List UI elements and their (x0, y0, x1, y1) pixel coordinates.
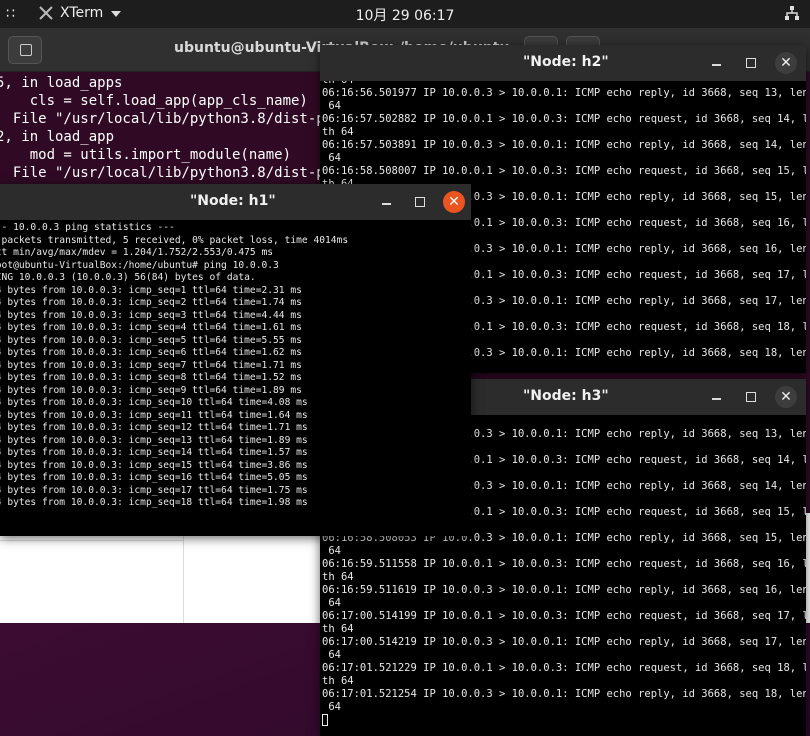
terminal-line: 64 bytes from 10.0.0.3: icmp_seq=3 ttl=6… (0, 309, 302, 321)
terminal-line: 64 bytes from 10.0.0.3: icmp_seq=6 ttl=6… (0, 347, 302, 358)
maximize-icon[interactable] (411, 193, 429, 211)
terminal-output: --- 10.0.0.3 ping statistics --- 5 packe… (0, 220, 471, 510)
terminal-line: 64 bytes from 10.0.0.3: icmp_seq=2 ttl=6… (0, 297, 302, 308)
terminal-line: th 64 (322, 571, 354, 583)
terminal-line: 2, in load_app (0, 129, 115, 145)
title-bar[interactable]: "Node: h2" ✕ (320, 45, 806, 81)
terminal-line: 5 packets transmitted, 5 received, 0% pa… (1, 234, 349, 246)
terminal-line: th 64 (322, 126, 354, 138)
top-bar: ∷ XTerm 10月 29 06:17 (0, 0, 810, 28)
terminal-line: 06:17:01.521229 IP 10.0.0.1 > 10.0.0.3: … (322, 662, 806, 674)
terminal-line: 64 (328, 649, 341, 661)
clock[interactable]: 10月 29 06:17 (0, 5, 810, 25)
terminal-line: 64 bytes from 10.0.0.3: icmp_seq=5 ttl=6… (0, 334, 302, 346)
divider (0, 540, 183, 541)
terminal-line: 64 (328, 152, 341, 164)
window-title: "Node: h1" (190, 193, 276, 209)
terminal-line: 64 bytes from 10.0.0.3: icmp_seq=12 ttl=… (0, 422, 308, 433)
terminal-line: 64 bytes from 10.0.0.3: icmp_seq=1 ttl=6… (0, 284, 302, 296)
terminal-line: 06:16:59.511558 IP 10.0.0.1 > 10.0.0.3: … (322, 558, 806, 570)
terminal-line: 64 bytes from 10.0.0.3: icmp_seq=13 ttl=… (0, 434, 308, 446)
terminal-line: th 64 (322, 623, 354, 635)
close-icon[interactable]: ✕ (775, 52, 797, 74)
terminal-line: PING 10.0.0.3 (10.0.0.3) 56(84) bytes of… (0, 272, 256, 283)
terminal-prompt (320, 714, 806, 728)
terminal-line: 64 (322, 701, 341, 713)
terminal-line: 06:16:56.501977 IP 10.0.0.3 > 10.0.0.1: … (322, 87, 806, 99)
terminal-line: 64 bytes from 10.0.0.3: icmp_seq=11 ttl=… (0, 409, 308, 421)
terminal-line: 64 bytes from 10.0.0.3: icmp_seq=15 ttl=… (0, 459, 308, 471)
terminal-line: 64 bytes from 10.0.0.3: icmp_seq=9 ttl=6… (0, 384, 302, 396)
close-icon[interactable]: ✕ (443, 191, 465, 213)
terminal-line: 64 bytes from 10.0.0.3: icmp_seq=8 ttl=6… (0, 372, 302, 383)
terminal-line: th 64 (322, 81, 354, 86)
terminal-line: root@ubuntu-VirtualBox:/home/ubuntu# pin… (0, 259, 279, 271)
terminal-line: 06:17:00.514199 IP 10.0.0.1 > 10.0.0.3: … (322, 610, 806, 622)
close-icon[interactable]: ✕ (775, 386, 797, 408)
minimize-icon[interactable] (708, 388, 726, 406)
terminal-line: 06:16:57.503891 IP 10.0.0.3 > 10.0.0.1: … (322, 139, 806, 151)
new-tab-button[interactable] (8, 36, 42, 64)
terminal-line: th 64 (322, 675, 354, 687)
terminal-line: 5, in load_apps (0, 75, 123, 91)
terminal-line: 64 (328, 100, 341, 112)
terminal-line: 64 (328, 597, 341, 609)
terminal-cursor (322, 714, 328, 726)
window-title: "Node: h2" (523, 54, 609, 70)
maximize-icon[interactable] (742, 54, 760, 72)
minimize-icon[interactable] (378, 193, 396, 211)
terminal-line: cls = self.load_app(app_cls_name) (29, 93, 308, 109)
network-icon[interactable] (784, 5, 800, 21)
terminal-line: 64 bytes from 10.0.0.3: icmp_seq=7 ttl=6… (0, 359, 302, 371)
terminal-line: rtt min/avg/max/mdev = 1.204/1.752/2.553… (0, 247, 274, 258)
title-bar[interactable]: "Node: h1" ✕ (0, 184, 471, 220)
terminal-line: 64 bytes from 10.0.0.3: icmp_seq=17 ttl=… (0, 484, 308, 496)
new-tab-icon (20, 44, 32, 56)
terminal-line: 64 bytes from 10.0.0.3: icmp_seq=4 ttl=6… (0, 322, 302, 333)
terminal-line: 64 bytes from 10.0.0.3: icmp_seq=16 ttl=… (0, 472, 308, 483)
terminal-line: mod = utils.import_module(name) (29, 147, 292, 163)
terminal-line: 64 bytes from 10.0.0.3: icmp_seq=18 ttl=… (0, 497, 308, 508)
xterm-window-h1[interactable]: "Node: h1" ✕ --- 10.0.0.3 ping statistic… (0, 184, 471, 536)
maximize-icon[interactable] (742, 388, 760, 406)
terminal-line: 64 bytes from 10.0.0.3: icmp_seq=14 ttl=… (0, 447, 308, 458)
terminal-line: 06:16:57.502882 IP 10.0.0.1 > 10.0.0.3: … (322, 113, 806, 125)
terminal-line: 06:17:01.521254 IP 10.0.0.3 > 10.0.0.1: … (322, 688, 806, 700)
terminal-line: 64 (328, 545, 341, 557)
terminal-line: 06:16:59.511619 IP 10.0.0.3 > 10.0.0.1: … (322, 584, 806, 596)
terminal-line: --- 10.0.0.3 ping statistics --- (0, 222, 175, 233)
terminal-line: 06:17:00.514219 IP 10.0.0.3 > 10.0.0.1: … (322, 636, 806, 648)
terminal-line: 06:16:58.508007 IP 10.0.0.1 > 10.0.0.3: … (322, 165, 806, 177)
terminal-body[interactable]: --- 10.0.0.3 ping statistics --- 5 packe… (0, 220, 471, 536)
terminal-line: 64 bytes from 10.0.0.3: icmp_seq=10 ttl=… (0, 397, 308, 408)
window-title: "Node: h3" (523, 388, 609, 404)
minimize-icon[interactable] (708, 54, 726, 72)
